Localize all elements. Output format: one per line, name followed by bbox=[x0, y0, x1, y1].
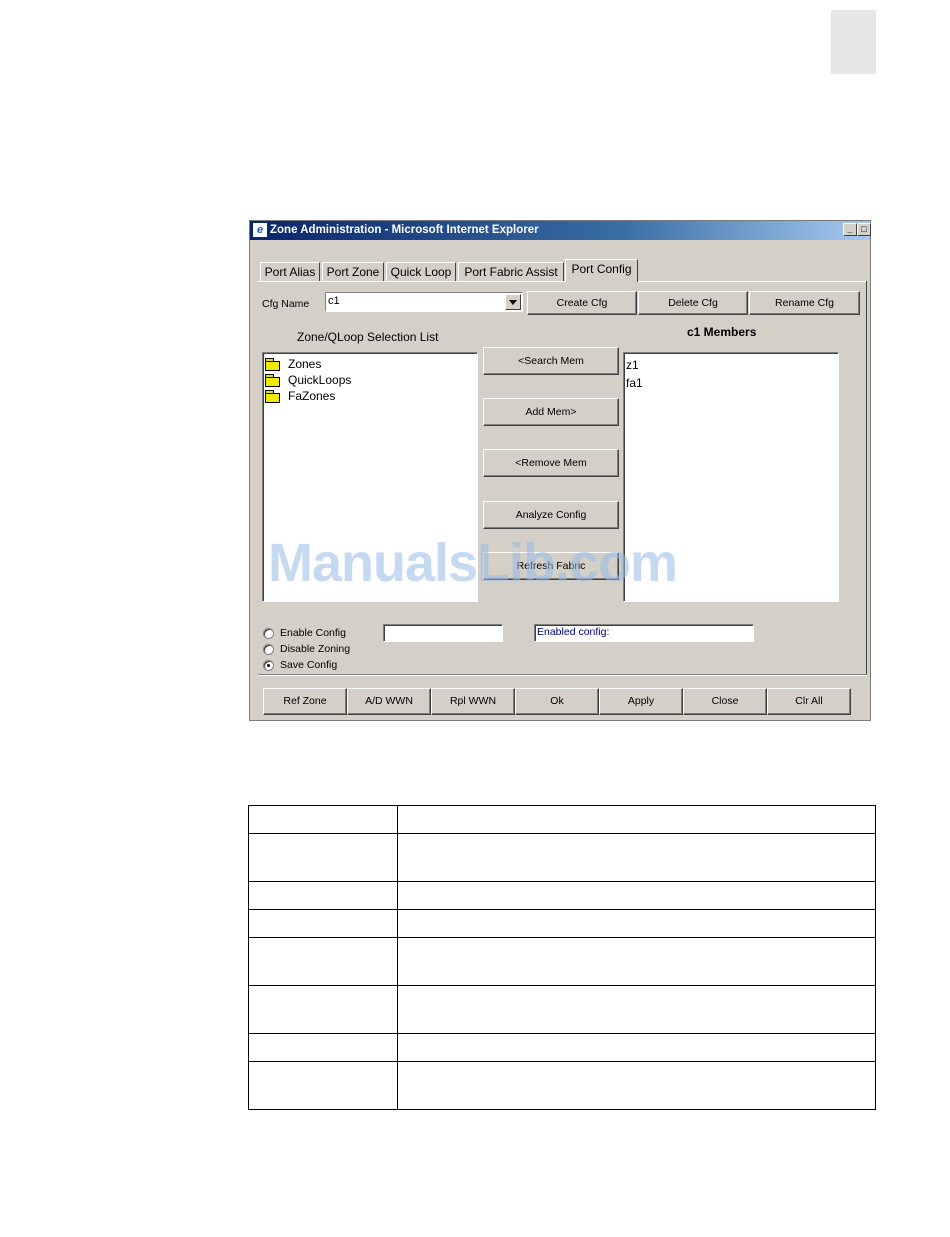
cfg-name-value: c1 bbox=[328, 295, 340, 307]
table-row bbox=[248, 985, 876, 1034]
table-row bbox=[248, 909, 876, 938]
members-title: c1 Members bbox=[687, 325, 757, 339]
folder-icon bbox=[265, 390, 280, 403]
tab-port-fabric-assist[interactable]: Port Fabric Assist bbox=[458, 262, 564, 282]
window-title: Zone Administration - Microsoft Internet… bbox=[270, 224, 539, 236]
minimize-icon[interactable]: _ bbox=[843, 223, 857, 236]
divider bbox=[258, 675, 867, 676]
page-corner-tab bbox=[831, 10, 876, 74]
description-table bbox=[248, 805, 876, 1110]
radio-save[interactable] bbox=[263, 660, 274, 671]
ok-button[interactable]: Ok bbox=[515, 688, 599, 715]
enabled-config-field: Enabled config: bbox=[534, 624, 754, 642]
search-mem-button[interactable]: <Search Mem bbox=[483, 347, 619, 375]
title-bar: e Zone Administration - Microsoft Intern… bbox=[250, 221, 871, 240]
table-row bbox=[248, 805, 876, 834]
table-row bbox=[248, 1061, 876, 1110]
tab-port-zone[interactable]: Port Zone bbox=[322, 262, 384, 282]
tab-panel-border bbox=[258, 281, 866, 282]
table-row bbox=[248, 937, 876, 986]
chevron-down-icon[interactable] bbox=[505, 294, 521, 310]
table-row bbox=[248, 1033, 876, 1062]
ad-wwn-button[interactable]: A/D WWN bbox=[347, 688, 431, 715]
add-mem-button[interactable]: Add Mem> bbox=[483, 398, 619, 426]
cfg-name-label: Cfg Name bbox=[262, 298, 310, 310]
selection-list-title: Zone/QLoop Selection List bbox=[297, 330, 439, 344]
close-button[interactable]: Close bbox=[683, 688, 767, 715]
apply-button[interactable]: Apply bbox=[599, 688, 683, 715]
rpl-wwn-button[interactable]: Rpl WWN bbox=[431, 688, 515, 715]
list-item[interactable]: fa1 bbox=[626, 376, 643, 390]
list-item[interactable]: z1 bbox=[626, 358, 639, 372]
tab-quick-loop[interactable]: Quick Loop bbox=[386, 262, 456, 282]
ref-zone-button[interactable]: Ref Zone bbox=[263, 688, 347, 715]
config-input[interactable] bbox=[383, 624, 503, 642]
folder-icon bbox=[265, 358, 280, 371]
tab-port-alias[interactable]: Port Alias bbox=[260, 262, 320, 282]
create-cfg-button[interactable]: Create Cfg bbox=[527, 291, 637, 315]
folder-icon bbox=[265, 374, 280, 387]
cfg-name-select[interactable]: c1 bbox=[325, 292, 523, 312]
zone-admin-window: e Zone Administration - Microsoft Intern… bbox=[249, 220, 871, 721]
clr-all-button[interactable]: Clr All bbox=[767, 688, 851, 715]
table-row bbox=[248, 881, 876, 910]
tab-panel-border-right bbox=[866, 281, 867, 675]
rename-cfg-button[interactable]: Rename Cfg bbox=[749, 291, 860, 315]
analyze-config-button[interactable]: Analyze Config bbox=[483, 501, 619, 529]
radio-disable[interactable] bbox=[263, 644, 274, 655]
delete-cfg-button[interactable]: Delete Cfg bbox=[638, 291, 748, 315]
maximize-icon[interactable]: □ bbox=[857, 223, 871, 236]
radio-enable[interactable] bbox=[263, 628, 274, 639]
remove-mem-button[interactable]: <Remove Mem bbox=[483, 449, 619, 477]
ie-icon: e bbox=[253, 223, 267, 237]
tab-port-config[interactable]: Port Config bbox=[565, 259, 638, 282]
table-row bbox=[248, 833, 876, 882]
watermark: ManualsLib.com bbox=[268, 533, 678, 593]
